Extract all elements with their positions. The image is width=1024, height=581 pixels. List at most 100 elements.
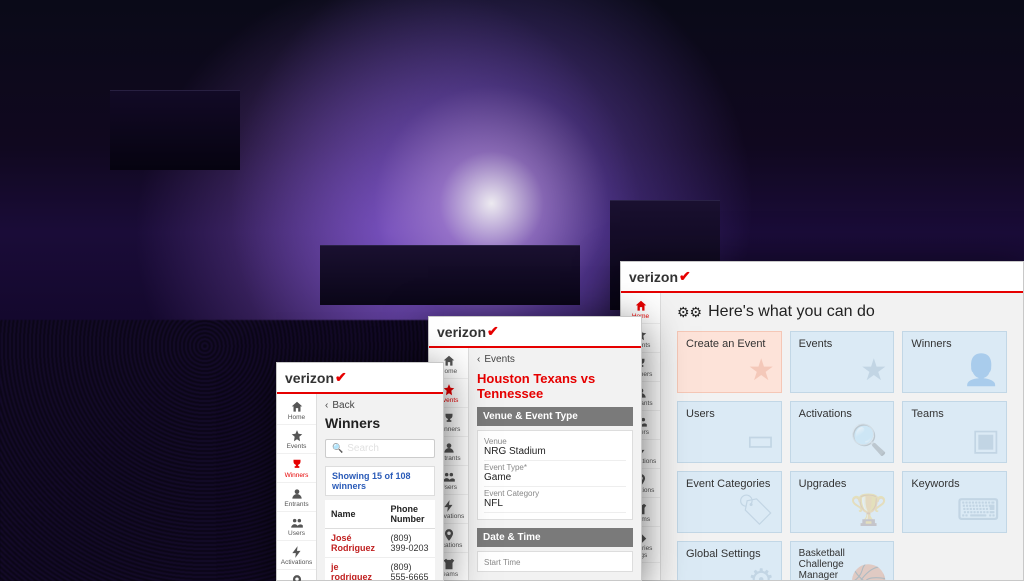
sidebar-item-label: Winners: [285, 472, 309, 479]
sidebar-item-label: Activations: [281, 559, 312, 566]
event-main: ‹ Events Houston Texans vs Tennessee Ven…: [469, 348, 641, 580]
trophy-icon: [289, 458, 305, 472]
briefcase-icon: ▭: [746, 423, 774, 458]
tile-teams[interactable]: Teams ▣: [902, 401, 1007, 463]
tile-label: Global Settings: [686, 548, 761, 560]
table-row[interactable]: José Rodriguez (809) 399-0203: [325, 529, 435, 558]
field-value[interactable]: Game: [484, 472, 626, 487]
jersey-icon: ▣: [972, 423, 1000, 458]
search-icon: 🔍: [332, 443, 343, 454]
search-icon: 🔍: [850, 423, 887, 458]
brand-check-icon: ✔: [335, 369, 347, 386]
chevron-left-icon: ‹: [477, 354, 480, 365]
gear-icon: ⚙: [748, 563, 775, 580]
field-label: Event Type*: [484, 463, 626, 472]
brand-check-icon: ✔: [679, 268, 691, 285]
stage-structure: [110, 90, 240, 170]
tile-label: Basketball Challenge Manager: [799, 548, 845, 580]
tile-label: Users: [686, 408, 715, 420]
person-icon: 👤: [963, 353, 1000, 388]
star-icon: [289, 429, 305, 443]
brand-check-icon: ✔: [487, 323, 499, 340]
tile-keywords[interactable]: Keywords ⌨: [902, 471, 1007, 533]
sidebar-item-entrants[interactable]: Entrants: [277, 483, 316, 512]
tile-label: Event Categories: [686, 478, 770, 490]
tile-events[interactable]: Events ★: [790, 331, 895, 393]
sidebar-item-events[interactable]: Events: [277, 425, 316, 454]
brand-word: verizon: [285, 370, 334, 386]
section-head-venue: Venue & Event Type: [477, 407, 633, 426]
back-label: Back: [332, 400, 354, 411]
winners-main: ‹ Back Winners 🔍 Search Showing 15 of 10…: [317, 394, 443, 580]
back-link[interactable]: ‹ Events: [477, 354, 633, 365]
person-icon: [289, 487, 305, 501]
winners-table: Name Phone Number José Rodriguez (809) 3…: [325, 500, 435, 580]
sidebar-item-locations[interactable]: Locations: [277, 570, 316, 581]
tile-label: Events: [799, 338, 833, 350]
sidebar-item-label: Users: [288, 530, 305, 537]
section-head-datetime: Date & Time: [477, 528, 633, 547]
key-icon: ⌨: [957, 493, 1000, 528]
home-main: ⚙⚙ Here's what you can do Create an Even…: [661, 293, 1023, 580]
bolt-icon: [289, 545, 305, 559]
tile-create-event[interactable]: Create an Event ★: [677, 331, 782, 393]
sidebar: Home Events Winners Entrants Users Activ…: [277, 394, 317, 580]
sidebar-item-winners[interactable]: Winners: [277, 454, 316, 483]
home-icon: [633, 299, 649, 313]
sidebar-item-users[interactable]: Users: [277, 512, 316, 541]
search-placeholder: Search: [347, 443, 379, 454]
users-icon: [289, 516, 305, 530]
table-row[interactable]: je rodriguez (809) 555-6665: [325, 558, 435, 581]
field-label: Venue: [484, 437, 626, 446]
tag-icon: 🏷: [737, 493, 775, 528]
tile-activations[interactable]: Activations 🔍: [790, 401, 895, 463]
field-value[interactable]: NRG Stadium: [484, 446, 626, 461]
field-value[interactable]: NFL: [484, 498, 626, 513]
section-body-datetime: Start Time: [477, 551, 633, 572]
col-name[interactable]: Name: [325, 500, 384, 529]
event-title: Houston Texans vs Tennessee: [477, 371, 633, 401]
tile-event-categories[interactable]: Event Categories 🏷: [677, 471, 782, 533]
field-label: Event Category: [484, 489, 626, 498]
sidebar-item-label: Entrants: [284, 501, 308, 508]
search-input[interactable]: 🔍 Search: [325, 439, 435, 458]
tile-label: Keywords: [911, 478, 959, 490]
gears-icon: ⚙⚙: [677, 304, 702, 321]
tile-winners[interactable]: Winners 👤: [902, 331, 1007, 393]
brand-row: verizon✔: [277, 363, 443, 394]
tile-label: Teams: [911, 408, 943, 420]
brand-word: verizon: [629, 269, 678, 285]
sidebar-item-activations[interactable]: Activations: [277, 541, 316, 570]
panel-home: verizon✔ Home Events Winners Entrants Us…: [620, 261, 1024, 581]
cell-phone: (809) 555-6665: [384, 558, 435, 581]
stage-structure: [320, 245, 580, 305]
tile-upgrades[interactable]: Upgrades 🏆: [790, 471, 895, 533]
tile-label: Create an Event: [686, 338, 766, 350]
tile-label: Activations: [799, 408, 852, 420]
home-heading-row: ⚙⚙ Here's what you can do: [669, 299, 1015, 331]
back-link[interactable]: ‹ Back: [325, 400, 435, 411]
home-icon: [289, 400, 305, 414]
tile-global-settings[interactable]: Global Settings ⚙: [677, 541, 782, 580]
section-body-venue: Venue NRG Stadium Event Type* Game Event…: [477, 430, 633, 520]
sidebar-item-label: Events: [287, 443, 307, 450]
brand-row: verizon✔: [429, 317, 641, 348]
star-icon: ★: [860, 353, 887, 388]
star-plus-icon: ★: [748, 353, 775, 388]
field-label: Start Time: [484, 558, 626, 567]
tile-label: Upgrades: [799, 478, 847, 490]
tile-users[interactable]: Users ▭: [677, 401, 782, 463]
cup-icon: 🏆: [850, 493, 887, 528]
brand-word: verizon: [437, 324, 486, 340]
cell-name: José Rodriguez: [325, 529, 384, 558]
brand-row: verizon✔: [621, 262, 1023, 293]
sidebar-item-home[interactable]: Home: [277, 396, 316, 425]
home-heading: Here's what you can do: [708, 303, 875, 321]
tile-basketball-challenge-manager[interactable]: Basketball Challenge Manager 🏀: [790, 541, 895, 580]
col-phone[interactable]: Phone Number: [384, 500, 435, 529]
panel-event-detail: verizon✔ Home Events Winners Entrants Us…: [428, 316, 642, 581]
chevron-left-icon: ‹: [325, 400, 328, 411]
results-count: Showing 15 of 108 winners: [325, 466, 435, 496]
basketball-icon: 🏀: [850, 565, 887, 580]
panel-winners: verizon✔ Home Events Winners Entrants Us…: [276, 362, 444, 581]
